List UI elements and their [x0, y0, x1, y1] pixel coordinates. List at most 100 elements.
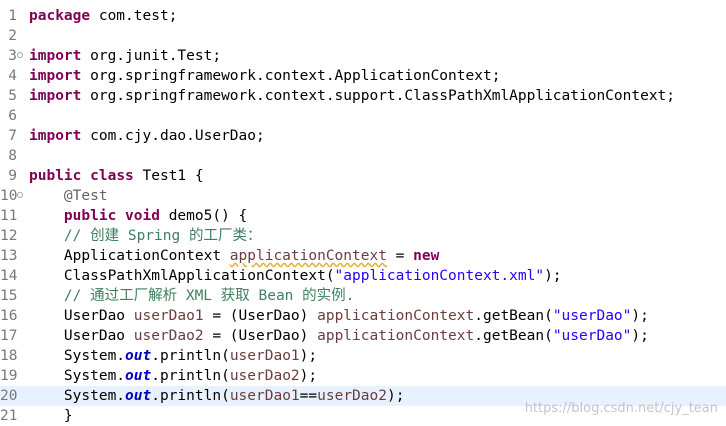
line-number: 13	[0, 248, 18, 264]
code-text: package com.test;	[29, 6, 177, 26]
line-number: 4	[8, 68, 17, 84]
code-line[interactable]: 4 import org.springframework.context.Appl…	[0, 66, 726, 86]
code-token: applicationContext	[229, 248, 387, 264]
line-number: 5	[8, 88, 17, 104]
code-text: }	[29, 406, 73, 426]
code-line[interactable]: 5 import org.springframework.context.supp…	[0, 86, 726, 106]
code-token: "userDao"	[552, 328, 632, 344]
line-number: 18	[0, 348, 18, 364]
code-token: public	[63, 208, 117, 224]
code-token: .println(	[151, 388, 230, 404]
code-text: // 创建 Spring 的工厂类：	[29, 226, 262, 246]
code-token: UserDao	[63, 328, 134, 344]
line-number: 6	[8, 108, 17, 124]
code-token: System.	[63, 348, 126, 364]
code-text: public void demo5() {	[29, 206, 247, 226]
code-token: package	[29, 8, 91, 24]
code-text: public class Test1 {	[29, 166, 204, 186]
code-line[interactable]: 1 package com.test;	[0, 6, 726, 26]
code-token: out	[125, 368, 152, 384]
line-number: 3	[8, 48, 17, 64]
code-line[interactable]: 7 import com.cjy.dao.UserDao;	[0, 126, 726, 146]
code-text: import org.springframework.context.suppo…	[29, 86, 675, 106]
code-text: ApplicationContext applicationContext = …	[29, 246, 439, 266]
code-line[interactable]: 15 // 通过工厂解析 XML 获取 Bean 的实例.	[0, 286, 726, 306]
code-token: }	[63, 408, 73, 424]
code-token: class	[90, 168, 134, 184]
line-number: 7	[8, 128, 17, 144]
code-token: );	[299, 368, 318, 384]
code-token: );	[299, 348, 318, 364]
code-line[interactable]: 13 ApplicationContext applicationContext…	[0, 246, 726, 266]
code-token: ApplicationContext	[63, 248, 230, 264]
code-text: UserDao userDao1 = (UserDao) application…	[29, 306, 649, 326]
line-number: 8	[8, 148, 17, 164]
code-text: System.out.println(userDao1);	[29, 346, 317, 366]
code-text: @Test	[29, 186, 108, 206]
code-text: UserDao userDao2 = (UserDao) application…	[29, 326, 649, 346]
line-number: 2	[8, 28, 17, 44]
code-token: = (UserDao)	[203, 308, 318, 324]
code-token: ==	[299, 388, 318, 404]
code-line[interactable]: 17 UserDao userDao2 = (UserDao) applicat…	[0, 326, 726, 346]
code-line[interactable]: 2	[0, 26, 726, 46]
code-line[interactable]: 11 public void demo5() {	[0, 206, 726, 226]
code-token: import	[29, 48, 82, 64]
code-editor[interactable]: 1 package com.test; 2 3 import org.junit.Tes…	[0, 6, 726, 426]
code-token: @Test	[63, 188, 108, 204]
code-token: "userDao"	[552, 308, 632, 324]
code-token: userDao1	[229, 348, 300, 364]
line-number: 1	[8, 8, 17, 24]
code-token: userDao2	[229, 368, 300, 384]
code-token: .getBean(	[474, 328, 553, 344]
line-number: 17	[0, 328, 18, 344]
line-number: 21	[0, 408, 18, 424]
code-token: // 创建 Spring 的工厂类：	[63, 228, 262, 244]
code-token: applicationContext	[317, 308, 475, 324]
code-token: com.test;	[90, 8, 178, 24]
code-token: new	[413, 248, 440, 264]
code-token: void	[125, 208, 160, 224]
code-line[interactable]: 10 @Test	[0, 186, 726, 206]
line-number: 16	[0, 308, 18, 324]
code-token: public	[29, 168, 82, 184]
code-line[interactable]: 19 System.out.println(userDao2);	[0, 366, 726, 386]
line-number: 9	[8, 168, 17, 184]
code-token: UserDao	[63, 308, 134, 324]
code-text: import org.junit.Test;	[29, 46, 221, 66]
code-token: import	[29, 68, 82, 84]
code-token: "applicationContext.xml"	[334, 268, 545, 284]
line-number: 11	[0, 208, 18, 224]
code-line[interactable]: 18 System.out.println(userDao1);	[0, 346, 726, 366]
code-line[interactable]: 14 ClassPathXmlApplicationContext("appli…	[0, 266, 726, 286]
code-text: import com.cjy.dao.UserDao;	[29, 126, 265, 146]
code-line[interactable]: 8	[0, 146, 726, 166]
code-line[interactable]: 16 UserDao userDao1 = (UserDao) applicat…	[0, 306, 726, 326]
code-token: Test1 {	[133, 168, 204, 184]
line-number: 20	[0, 388, 18, 404]
code-line[interactable]: 6	[0, 106, 726, 126]
code-line[interactable]: 3 import org.junit.Test;	[0, 46, 726, 66]
code-line[interactable]: 12 // 创建 Spring 的工厂类：	[0, 226, 726, 246]
code-token: // 通过工厂解析 XML 获取 Bean 的实例.	[63, 288, 355, 304]
code-line[interactable]: 9 public class Test1 {	[0, 166, 726, 186]
code-text: System.out.println(userDao1==userDao2);	[29, 386, 405, 406]
code-token: import	[29, 128, 82, 144]
fold-marker-icon[interactable]	[17, 192, 23, 198]
fold-marker-icon[interactable]	[17, 52, 23, 58]
code-token: );	[631, 328, 649, 344]
code-token: );	[631, 308, 649, 324]
code-token: userDao1	[133, 308, 204, 324]
code-token: userDao2	[317, 388, 387, 404]
code-token: );	[544, 268, 562, 284]
